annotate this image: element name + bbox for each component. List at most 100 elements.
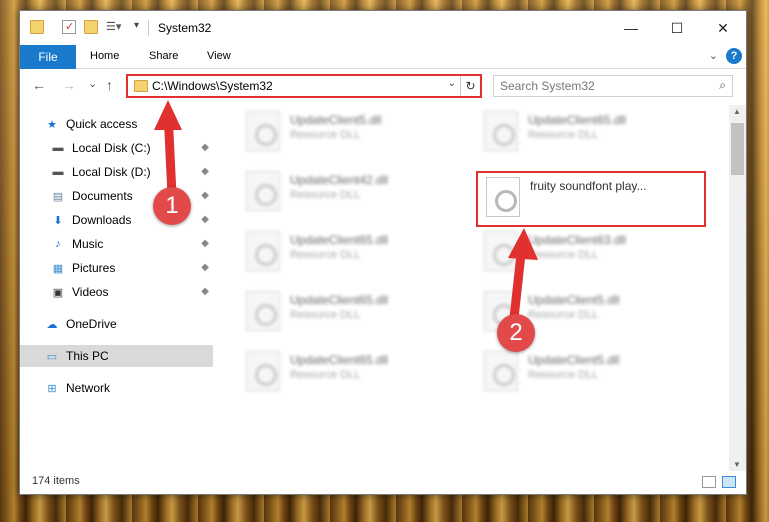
sidebar-item-label: OneDrive bbox=[66, 317, 117, 331]
file-type: Resource DLL bbox=[290, 249, 361, 261]
sidebar-item-label: Pictures bbox=[72, 261, 116, 275]
dll-file-icon bbox=[246, 231, 280, 271]
pin-icon[interactable]: ◆ bbox=[201, 238, 209, 249]
vertical-scrollbar[interactable]: ▲ ▼ bbox=[729, 105, 746, 471]
minimize-button[interactable]: — bbox=[608, 11, 654, 45]
sidebar-item-label: Local Disk (D:) bbox=[72, 165, 151, 179]
file-type: Resource DLL bbox=[290, 189, 361, 201]
step-badge-2: 2 bbox=[497, 314, 535, 352]
address-bar[interactable]: C:\Windows\System32 ⌄ ↻ bbox=[126, 74, 482, 98]
dll-file-icon bbox=[484, 231, 518, 271]
close-button[interactable]: ✕ bbox=[700, 11, 746, 45]
tab-view[interactable]: View bbox=[207, 50, 231, 62]
file-type: Resource DLL bbox=[528, 249, 599, 261]
sidebar-item-quick-access[interactable]: ★ Quick access bbox=[20, 113, 213, 135]
list-item[interactable]: UpdateClient42.dll Resource DLL bbox=[238, 167, 468, 223]
navigation-pane: ★ Quick access ▬ Local Disk (C:) ◆ ▬ Loc… bbox=[20, 105, 213, 471]
list-item[interactable]: UpdateClient63.dll Resource DLL bbox=[476, 227, 706, 283]
file-name: UpdateClient5.dll bbox=[290, 113, 382, 127]
item-count: 174 items bbox=[32, 475, 80, 487]
sidebar-item-label: Videos bbox=[72, 285, 109, 299]
dll-file-icon bbox=[486, 177, 520, 217]
tiles-view-button[interactable] bbox=[722, 476, 736, 488]
dll-file-icon bbox=[246, 111, 280, 151]
list-item[interactable]: UpdateClient65.dll Resource DLL bbox=[238, 347, 468, 403]
title-bar: ✓ ☰▾ ▾ System32 — ☐ ✕ bbox=[20, 11, 746, 45]
sidebar-item-local-disk-d[interactable]: ▬ Local Disk (D:) ◆ bbox=[20, 161, 213, 183]
dll-file-icon bbox=[246, 291, 280, 331]
pin-icon[interactable]: ◆ bbox=[201, 190, 209, 201]
sidebar-item-label: This PC bbox=[66, 349, 109, 363]
pin-icon[interactable]: ◆ bbox=[201, 262, 209, 273]
address-dropdown-icon[interactable]: ⌄ bbox=[448, 78, 456, 89]
sidebar-item-music[interactable]: ♪ Music ◆ bbox=[20, 233, 213, 255]
file-name: fruity soundfont play... bbox=[530, 179, 647, 193]
customize-qat-icon[interactable]: ☰▾ bbox=[106, 20, 121, 34]
list-item[interactable]: UpdateClient5.dll Resource DLL bbox=[238, 107, 468, 163]
pin-icon[interactable]: ◆ bbox=[201, 214, 209, 225]
sidebar-item-this-pc[interactable]: ▭ This PC bbox=[20, 345, 213, 367]
sidebar-item-pictures[interactable]: ▦ Pictures ◆ bbox=[20, 257, 213, 279]
sidebar-item-label: Documents bbox=[72, 189, 133, 203]
search-placeholder: Search System32 bbox=[500, 79, 595, 93]
list-item[interactable]: UpdateClient65.dll Resource DLL bbox=[476, 107, 706, 163]
dll-file-icon bbox=[246, 351, 280, 391]
navigation-bar: ← → ⌄ ↑ C:\Windows\System32 ⌄ ↻ Search S… bbox=[20, 71, 746, 101]
address-path[interactable]: C:\Windows\System32 bbox=[152, 79, 273, 93]
properties-icon[interactable]: ✓ bbox=[62, 20, 76, 34]
cloud-icon: ☁ bbox=[46, 318, 58, 331]
video-icon: ▣ bbox=[52, 286, 64, 299]
search-icon[interactable]: ⌕ bbox=[719, 78, 726, 93]
star-icon: ★ bbox=[47, 118, 57, 131]
ribbon-tabs: File Home Share View ⌄ ? bbox=[20, 45, 746, 69]
recent-locations-button[interactable]: ⌄ bbox=[88, 77, 97, 90]
maximize-button[interactable]: ☐ bbox=[654, 11, 700, 45]
file-type: Resource DLL bbox=[528, 309, 599, 321]
scroll-up-icon[interactable]: ▲ bbox=[733, 107, 741, 116]
dll-file-icon bbox=[246, 171, 280, 211]
file-name: UpdateClient5.dll bbox=[528, 353, 620, 367]
list-item[interactable]: UpdateClient5.dll Resource DLL bbox=[476, 347, 706, 403]
forward-button[interactable]: → bbox=[62, 77, 76, 93]
document-icon: ▤ bbox=[52, 190, 64, 203]
sidebar-item-label: Downloads bbox=[72, 213, 132, 227]
list-item[interactable]: UpdateClient65.dll Resource DLL bbox=[238, 287, 468, 343]
tab-file[interactable]: File bbox=[20, 45, 76, 69]
pin-icon[interactable]: ◆ bbox=[201, 166, 209, 177]
highlighted-file[interactable]: fruity soundfont play... bbox=[476, 171, 706, 227]
sidebar-item-label: Local Disk (C:) bbox=[72, 141, 151, 155]
file-type: Resource DLL bbox=[290, 369, 361, 381]
scroll-thumb[interactable] bbox=[731, 123, 744, 175]
list-item[interactable]: UpdateClient65.dll Resource DLL bbox=[238, 227, 468, 283]
sidebar-item-local-disk-c[interactable]: ▬ Local Disk (C:) ◆ bbox=[20, 137, 213, 159]
file-explorer-window: ✓ ☰▾ ▾ System32 — ☐ ✕ File Home Share Vi… bbox=[19, 10, 747, 495]
file-name: UpdateClient65.dll bbox=[290, 293, 389, 307]
dll-file-icon bbox=[484, 351, 518, 391]
tab-home[interactable]: Home bbox=[90, 50, 119, 62]
new-folder-icon[interactable] bbox=[84, 20, 98, 34]
expand-ribbon-icon[interactable]: ⌄ bbox=[709, 49, 718, 62]
scroll-down-icon[interactable]: ▼ bbox=[733, 460, 741, 469]
back-button[interactable]: ← bbox=[32, 77, 46, 93]
up-button[interactable]: ↑ bbox=[106, 77, 113, 93]
download-icon: ⬇ bbox=[53, 214, 63, 227]
file-name: UpdateClient65.dll bbox=[290, 353, 389, 367]
pin-icon[interactable]: ◆ bbox=[201, 142, 209, 153]
sidebar-item-onedrive[interactable]: ☁ OneDrive bbox=[20, 313, 213, 335]
search-input[interactable]: Search System32 ⌕ bbox=[493, 75, 733, 97]
tab-share[interactable]: Share bbox=[149, 50, 178, 62]
sidebar-item-videos[interactable]: ▣ Videos ◆ bbox=[20, 281, 213, 303]
file-name: UpdateClient42.dll bbox=[290, 173, 389, 187]
computer-icon: ▭ bbox=[46, 350, 58, 363]
sidebar-item-network[interactable]: ⊞ Network bbox=[20, 377, 213, 399]
qat-dropdown-icon[interactable]: ▾ bbox=[134, 20, 148, 34]
details-view-button[interactable] bbox=[702, 476, 716, 488]
pin-icon[interactable]: ◆ bbox=[201, 286, 209, 297]
drive-icon: ▬ bbox=[52, 166, 64, 178]
refresh-button[interactable]: ↻ bbox=[460, 76, 480, 96]
file-type: Resource DLL bbox=[528, 129, 599, 141]
file-type: Resource DLL bbox=[528, 369, 599, 381]
help-icon[interactable]: ? bbox=[726, 48, 742, 64]
sidebar-item-label: Network bbox=[66, 381, 111, 395]
status-bar: 174 items bbox=[20, 470, 746, 494]
